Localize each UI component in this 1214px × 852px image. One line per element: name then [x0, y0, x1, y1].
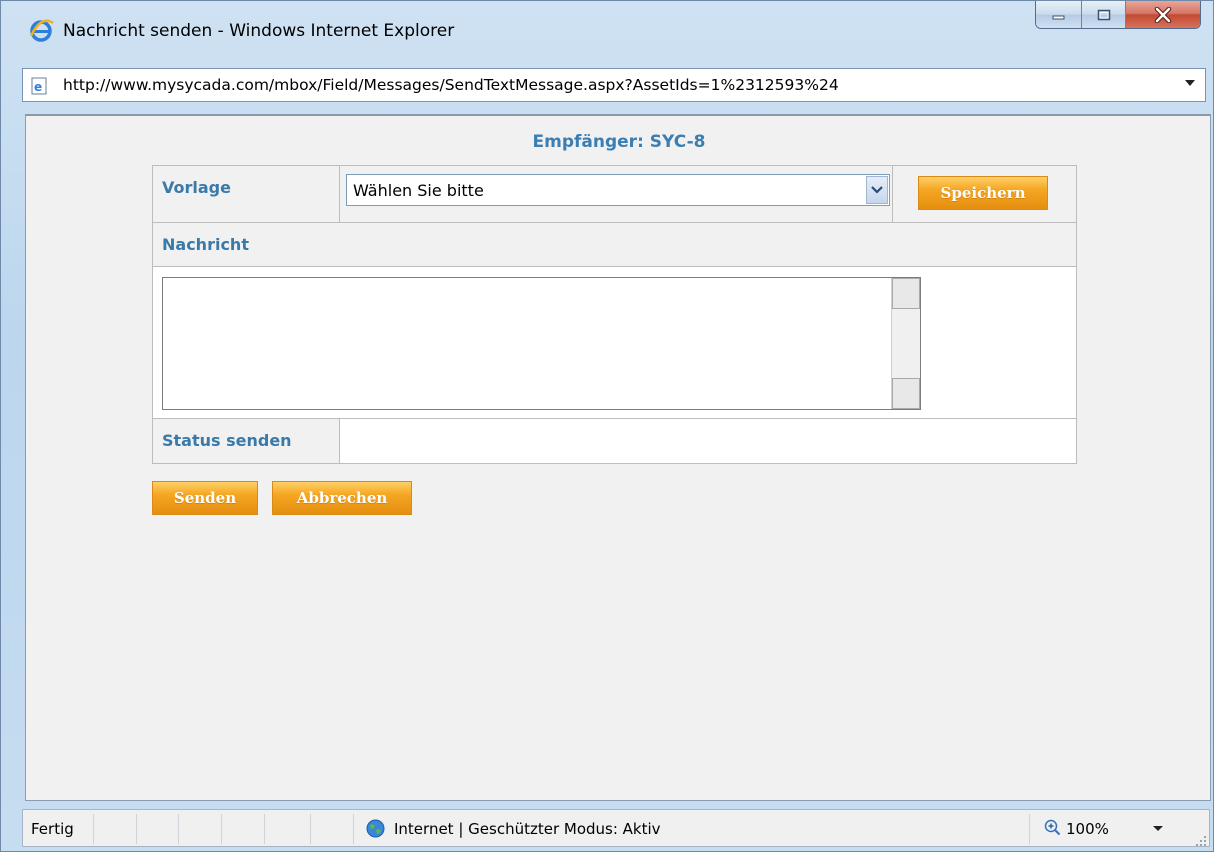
template-select[interactable]: Wählen Sie bitte	[346, 174, 890, 206]
address-bar[interactable]: e http://www.mysycada.com/mbox/Field/Mes…	[22, 68, 1206, 102]
close-button[interactable]	[1126, 1, 1200, 28]
status-divider	[136, 814, 137, 844]
chevron-down-icon[interactable]	[866, 176, 888, 204]
cancel-button[interactable]: Abbrechen	[272, 481, 412, 515]
template-row: Vorlage Wählen Sie bitte Speichern	[153, 166, 1076, 223]
template-label-cell: Vorlage	[153, 166, 340, 222]
status-bar: Fertig Internet | Geschützter Modus: Akt…	[22, 809, 1210, 847]
browser-window: Nachricht senden - Windows Internet Expl…	[0, 0, 1214, 852]
status-text: Fertig	[31, 820, 74, 838]
save-button[interactable]: Speichern	[918, 176, 1048, 210]
page-content: Empfänger: SYC-8 Vorlage Wählen Sie bitt…	[25, 114, 1211, 801]
svg-text:e: e	[34, 80, 42, 94]
status-divider	[93, 814, 94, 844]
status-divider	[178, 814, 179, 844]
status-divider	[221, 814, 222, 844]
scroll-up-button[interactable]	[892, 278, 920, 309]
close-icon	[1154, 6, 1172, 23]
url-text[interactable]: http://www.mysycada.com/mbox/Field/Messa…	[63, 76, 839, 94]
status-divider	[264, 814, 265, 844]
zoom-icon[interactable]	[1044, 819, 1061, 836]
status-row: Status senden	[153, 419, 1076, 463]
message-body-row	[153, 267, 1076, 419]
message-scrollbar[interactable]	[891, 278, 920, 409]
send-button[interactable]: Senden	[152, 481, 258, 515]
zoom-level[interactable]: 100%	[1066, 820, 1109, 838]
status-divider	[1029, 814, 1030, 844]
message-label-row: Nachricht	[153, 223, 1076, 267]
status-divider	[310, 814, 311, 844]
window-title: Nachricht senden - Windows Internet Expl…	[63, 21, 455, 41]
resize-grip-icon[interactable]	[1195, 832, 1207, 846]
window-controls	[1035, 1, 1201, 29]
internet-explorer-icon	[28, 19, 54, 43]
globe-icon	[366, 819, 385, 838]
status-label: Status senden	[162, 431, 292, 450]
template-label: Vorlage	[162, 178, 231, 197]
minimize-icon	[1052, 15, 1064, 19]
page-ie-icon: e	[31, 77, 49, 95]
recipient-heading: Empfänger: SYC-8	[532, 132, 706, 152]
maximize-icon	[1097, 9, 1110, 20]
message-textarea[interactable]	[162, 277, 921, 410]
status-divider	[353, 814, 354, 844]
status-label-cell: Status senden	[153, 419, 340, 463]
security-zone-text[interactable]: Internet | Geschützter Modus: Aktiv	[394, 820, 661, 838]
title-bar: Nachricht senden - Windows Internet Expl…	[1, 1, 1213, 59]
address-dropdown-icon[interactable]	[1185, 80, 1195, 86]
zoom-dropdown-icon[interactable]	[1153, 826, 1163, 831]
template-select-cell: Wählen Sie bitte	[340, 166, 893, 222]
maximize-button[interactable]	[1082, 1, 1126, 28]
minimize-button[interactable]	[1036, 1, 1082, 28]
message-form: Vorlage Wählen Sie bitte Speichern Nachr…	[152, 165, 1077, 464]
message-label: Nachricht	[162, 235, 249, 254]
scroll-down-button[interactable]	[892, 378, 920, 409]
template-select-value: Wählen Sie bitte	[353, 181, 484, 200]
status-value	[340, 419, 1076, 463]
